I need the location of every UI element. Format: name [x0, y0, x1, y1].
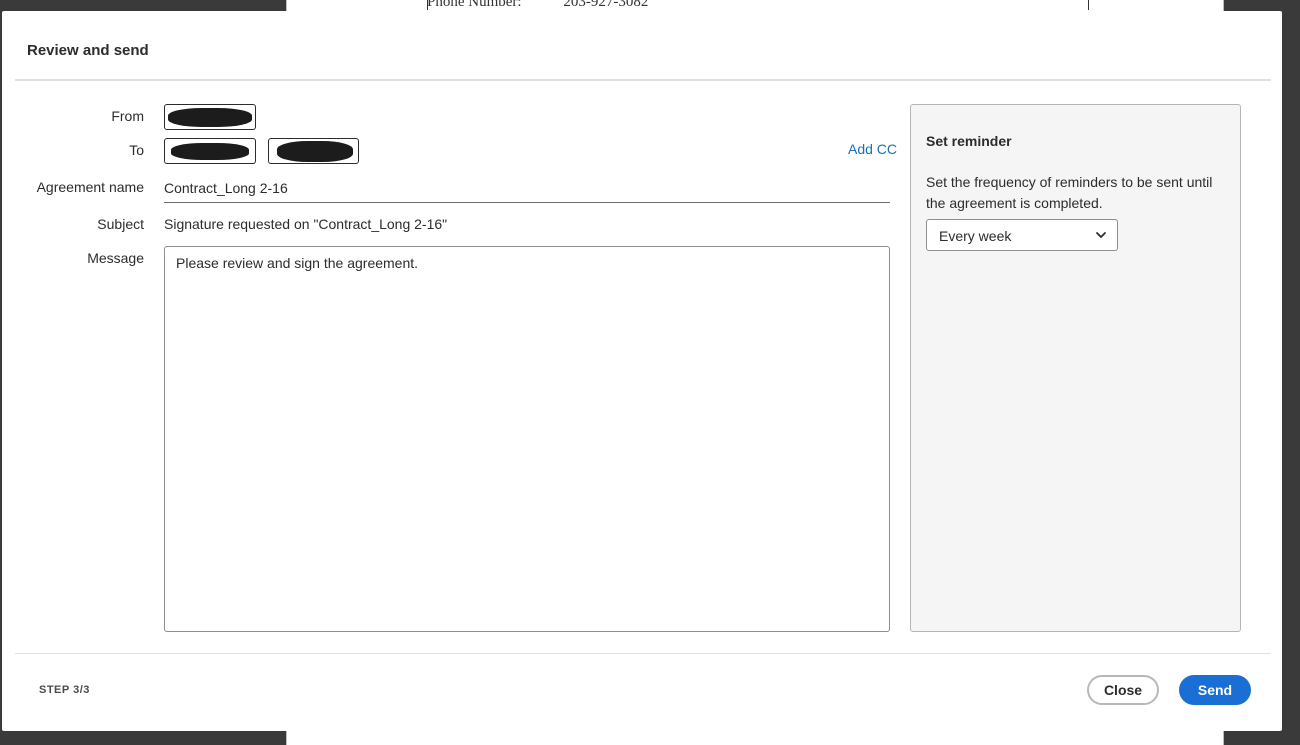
- message-textarea[interactable]: Please review and sign the agreement.: [164, 246, 890, 632]
- recipient-chip-1[interactable]: [164, 138, 256, 164]
- background-line-value: 203-927-3082: [563, 0, 649, 10]
- close-button[interactable]: Close: [1087, 675, 1159, 705]
- from-label: From: [111, 108, 144, 124]
- message-label: Message: [87, 250, 144, 266]
- footer-divider: [15, 653, 1271, 654]
- reminder-selected-option: Every week: [939, 228, 1012, 244]
- from-sender-chip[interactable]: [164, 104, 256, 130]
- subject-input[interactable]: Signature requested on "Contract_Long 2-…: [164, 216, 447, 232]
- reminder-panel: Set reminder Set the frequency of remind…: [910, 104, 1241, 632]
- subject-label: Subject: [97, 216, 144, 232]
- agreement-name-label: Agreement name: [36, 179, 144, 195]
- agreement-name-input[interactable]: Contract_Long 2-16: [164, 180, 288, 196]
- to-label: To: [129, 142, 144, 158]
- recipient-chip-2[interactable]: [268, 138, 359, 164]
- redacted-recipient-2: [277, 141, 353, 162]
- message-text: Please review and sign the agreement.: [176, 255, 419, 271]
- reminder-frequency-select[interactable]: Every week: [926, 219, 1118, 251]
- chevron-down-icon: [1096, 232, 1106, 238]
- redacted-sender: [168, 108, 252, 127]
- step-indicator: STEP 3/3: [39, 684, 90, 696]
- redacted-recipient-1: [171, 143, 249, 160]
- header-divider: [15, 79, 1271, 81]
- add-cc-link[interactable]: Add CC: [848, 141, 897, 157]
- reminder-description: Set the frequency of reminders to be sen…: [926, 174, 1213, 211]
- reminder-title: Set reminder: [926, 133, 1012, 149]
- background-line-label: Phone Number:: [427, 0, 522, 10]
- review-and-send-dialog: Review and send From To Add CC Agreement…: [2, 11, 1282, 731]
- background-text-line: Phone Number: 203-927-3082: [427, 0, 648, 11]
- dialog-title: Review and send: [27, 42, 149, 59]
- agreement-name-underline: [164, 202, 890, 203]
- send-button[interactable]: Send: [1179, 675, 1251, 705]
